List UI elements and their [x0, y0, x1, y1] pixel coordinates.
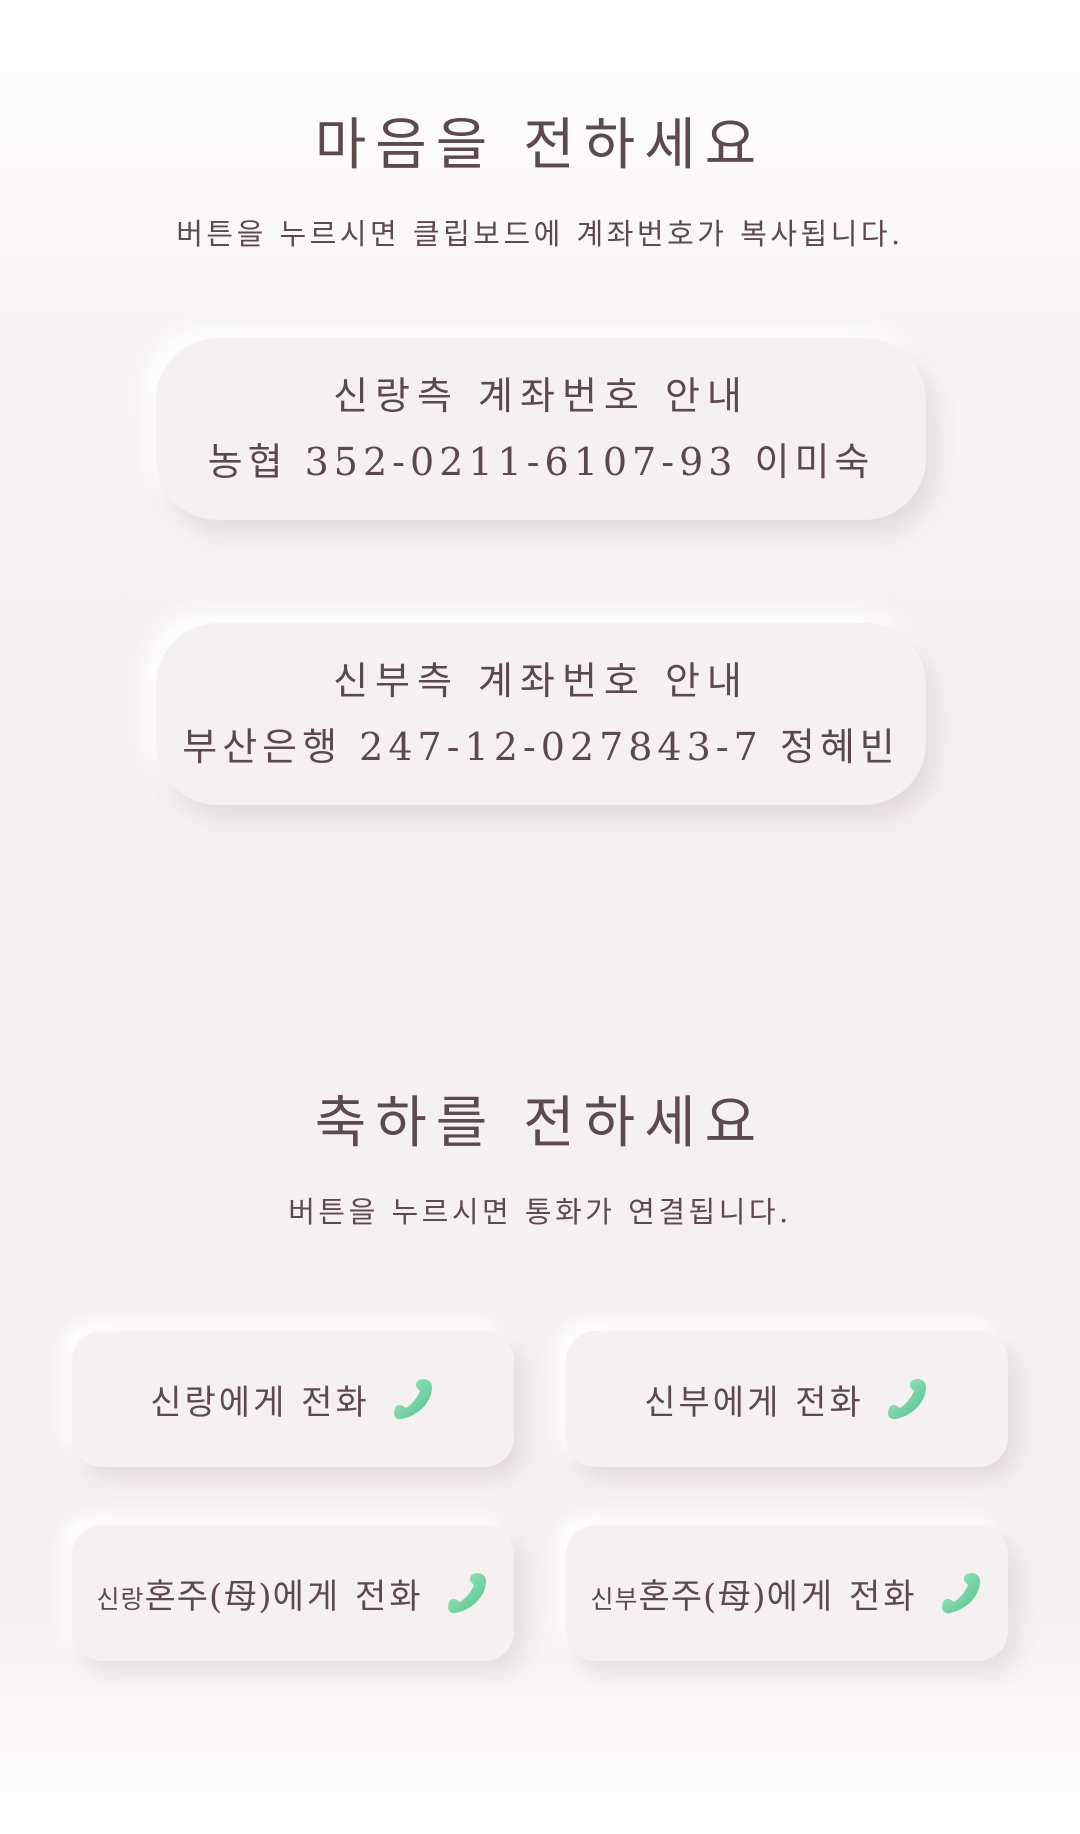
call-section-subtitle: 버튼을 누르시면 통화가 연결됩니다.	[288, 1195, 792, 1229]
call-groom-label: 신랑에게 전화	[150, 1382, 370, 1423]
call-groom-mother-suffix: 에게 전화	[272, 1576, 424, 1617]
call-bride-mother-prefix: 신부	[590, 1584, 639, 1614]
phone-icon	[886, 1377, 930, 1421]
call-section-title: 축하를 전하세요	[314, 1091, 766, 1156]
bride-account-number: 부산은행 247-12-027843-7 정혜빈	[182, 725, 900, 769]
gift-section-subtitle: 버튼을 누르시면 클립보드에 계좌번호가 복사됩니다.	[176, 217, 904, 251]
bride-account-button[interactable]: 신부측 계좌번호 안내 부산은행 247-12-027843-7 정혜빈	[156, 623, 926, 805]
call-bride-label: 신부에게 전화	[644, 1382, 864, 1423]
call-bride-mother-middle: 혼주(母)	[638, 1576, 767, 1617]
groom-account-number: 농협 352-0211-6107-93 이미숙	[207, 440, 875, 484]
bride-account-heading: 신부측 계좌번호 안내	[333, 659, 749, 703]
groom-account-heading: 신랑측 계좌번호 안내	[333, 374, 749, 418]
phone-icon	[446, 1571, 490, 1615]
call-groom-mother-label: 신랑혼주(母)에게 전화	[96, 1569, 423, 1618]
call-groom-mother-button[interactable]: 신랑혼주(母)에게 전화	[72, 1525, 514, 1661]
call-bride-mother-button[interactable]: 신부혼주(母)에게 전화	[566, 1525, 1008, 1661]
phone-icon	[392, 1377, 436, 1421]
call-bride-mother-label: 신부혼주(母)에게 전화	[590, 1569, 917, 1618]
phone-icon	[940, 1571, 984, 1615]
call-groom-mother-prefix: 신랑	[96, 1584, 145, 1614]
call-groom-button[interactable]: 신랑에게 전화	[72, 1331, 514, 1467]
gift-section-title: 마음을 전하세요	[314, 113, 766, 178]
call-bride-button[interactable]: 신부에게 전화	[566, 1331, 1008, 1467]
call-bride-mother-suffix: 에게 전화	[766, 1576, 918, 1617]
call-groom-mother-middle: 혼주(母)	[144, 1576, 273, 1617]
groom-account-button[interactable]: 신랑측 계좌번호 안내 농협 352-0211-6107-93 이미숙	[156, 338, 926, 520]
